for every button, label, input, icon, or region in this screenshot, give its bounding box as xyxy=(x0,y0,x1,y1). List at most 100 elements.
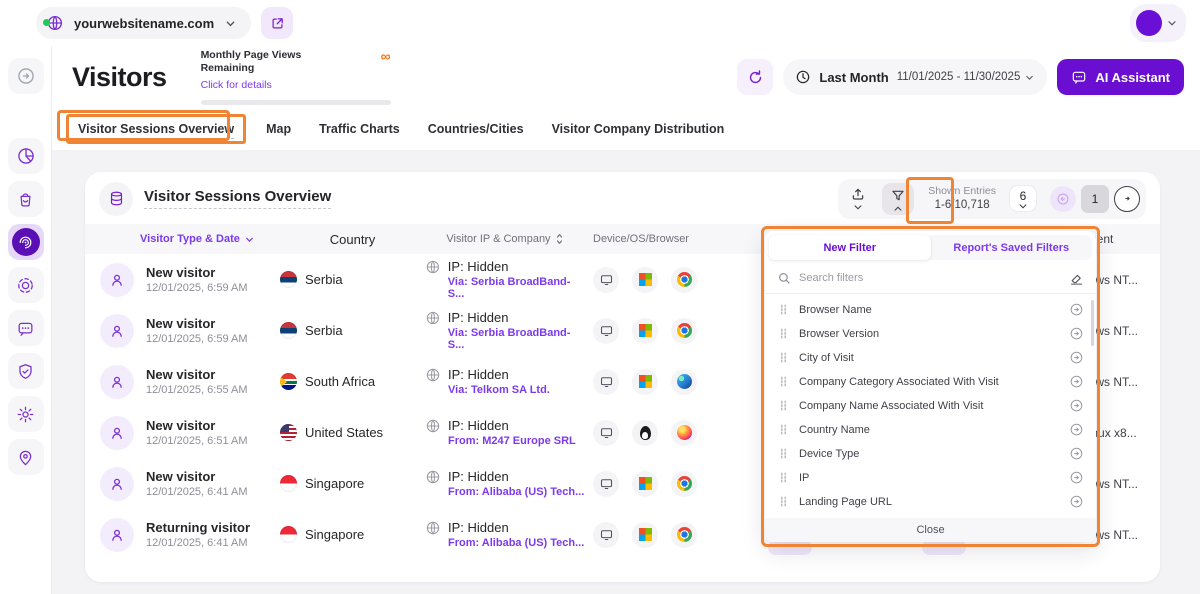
sort-icon xyxy=(555,233,564,245)
sidebar xyxy=(0,46,52,594)
arrow-right-circle-icon xyxy=(1069,374,1084,389)
hidden-row-badge xyxy=(922,540,966,555)
tab-visitor-company-distribution[interactable]: Visitor Company Distribution xyxy=(552,122,725,136)
tab-traffic-charts[interactable]: Traffic Charts xyxy=(319,122,400,136)
arrow-right-icon xyxy=(1121,192,1134,205)
sliders-icon xyxy=(777,375,790,388)
chrome-browser-icon xyxy=(671,522,697,548)
filter-button[interactable] xyxy=(882,183,914,215)
current-page[interactable]: 1 xyxy=(1081,185,1109,213)
visitor-avatar-icon xyxy=(100,416,134,450)
visitors-radar-icon xyxy=(12,228,40,256)
desktop-device-icon xyxy=(593,420,619,446)
filter-item-browser-version[interactable]: Browser Version xyxy=(765,322,1096,346)
filter-panel-tabs: New Filter Report's Saved Filters xyxy=(769,235,1092,260)
filter-item-company-category[interactable]: Company Category Associated With Visit xyxy=(765,370,1096,394)
visit-datetime: 12/01/2025, 6:41 AM xyxy=(146,537,250,549)
column-visitor-type-date[interactable]: Visitor Type & Date xyxy=(100,233,280,245)
previous-page-button[interactable] xyxy=(1050,186,1076,212)
analytics-pie-icon xyxy=(16,146,36,166)
visit-datetime: 12/01/2025, 6:51 AM xyxy=(146,435,248,447)
sidebar-item-recordings[interactable] xyxy=(8,267,44,303)
filter-item-company-name[interactable]: Company Name Associated With Visit xyxy=(765,394,1096,418)
visitor-ip: IP: Hidden xyxy=(448,418,576,435)
sidebar-item-visitors[interactable] xyxy=(8,224,44,260)
chevron-down-icon xyxy=(244,234,255,245)
visit-datetime: 12/01/2025, 6:41 AM xyxy=(146,486,248,498)
tab-visitor-sessions-overview[interactable]: Visitor Sessions Overview xyxy=(66,114,246,144)
avatar xyxy=(1136,10,1162,36)
firefox-browser-icon xyxy=(671,420,697,446)
funnel-filter-icon xyxy=(890,188,906,204)
serbia-flag-icon xyxy=(280,322,297,339)
sidebar-item-expand[interactable] xyxy=(8,58,44,94)
chrome-browser-icon xyxy=(671,318,697,344)
pagination: 1 xyxy=(1046,185,1140,213)
next-page-button[interactable] xyxy=(1114,186,1140,212)
visitor-company-link[interactable]: From: Alibaba (US) Tech... xyxy=(448,537,584,549)
ai-assistant-button[interactable]: AI Assistant xyxy=(1057,59,1184,95)
visitor-company-link[interactable]: Via: Serbia BroadBand-S... xyxy=(448,276,585,300)
tab-countries-cities[interactable]: Countries/Cities xyxy=(428,122,524,136)
filter-item-device-type[interactable]: Device Type xyxy=(765,442,1096,466)
open-website-button[interactable] xyxy=(261,7,293,39)
filter-item-ip[interactable]: IP xyxy=(765,466,1096,490)
visitor-ip: IP: Hidden xyxy=(448,310,585,327)
topbar: yourwebsitename.com xyxy=(0,0,1200,46)
table-title: Visitor Sessions Overview xyxy=(144,188,331,209)
sidebar-item-dashboard[interactable] xyxy=(8,138,44,174)
visitor-type: New visitor xyxy=(146,418,248,435)
sidebar-item-privacy[interactable] xyxy=(8,353,44,389)
sliders-icon xyxy=(777,447,790,460)
visit-datetime: 12/01/2025, 6:59 AM xyxy=(146,282,248,294)
filter-close-button[interactable]: Close xyxy=(765,518,1096,542)
date-range-picker[interactable]: Last Month 11/01/2025 - 11/30/2025 xyxy=(783,59,1047,95)
arrow-right-circle-icon xyxy=(1069,494,1084,509)
visitor-company-link[interactable]: Via: Telkom SA Ltd. xyxy=(448,384,550,396)
website-selector[interactable]: yourwebsitename.com xyxy=(36,7,251,39)
sidebar-item-settings[interactable] xyxy=(8,396,44,432)
visitor-avatar-icon xyxy=(100,467,134,501)
page-header: Visitors Monthly Page Views Remaining ∞ … xyxy=(52,46,1200,108)
sidebar-item-feedback[interactable] xyxy=(8,310,44,346)
column-visitor-ip-company[interactable]: Visitor IP & Company xyxy=(425,233,585,245)
country-name: South Africa xyxy=(305,374,375,389)
country-name: Singapore xyxy=(305,527,364,542)
filter-item-city-of-visit[interactable]: City of Visit xyxy=(765,346,1096,370)
quota-details-link[interactable]: Click for details xyxy=(201,79,272,91)
visitor-company-link[interactable]: From: M247 Europe SRL xyxy=(448,435,576,447)
filter-item-landing-page-url[interactable]: Landing Page URL xyxy=(765,490,1096,514)
page-size-select[interactable]: 6 xyxy=(1010,186,1036,211)
hidden-row-badge xyxy=(768,540,812,555)
tab-new-filter[interactable]: New Filter xyxy=(769,235,931,260)
visitor-company-link[interactable]: From: Alibaba (US) Tech... xyxy=(448,486,584,498)
export-button[interactable] xyxy=(844,185,872,213)
tab-reports-saved-filters[interactable]: Report's Saved Filters xyxy=(931,235,1093,260)
arrow-right-circle-icon xyxy=(1069,398,1084,413)
card-toolbar: Visitor Sessions Overview Shown Entries … xyxy=(85,172,1160,224)
tab-map[interactable]: Map xyxy=(266,122,291,136)
sliders-icon xyxy=(777,495,790,508)
report-tabs: Visitor Sessions Overview Map Traffic Ch… xyxy=(52,108,1200,150)
filter-search-input[interactable] xyxy=(799,272,1061,284)
user-menu[interactable] xyxy=(1130,4,1186,42)
feedback-chat-icon xyxy=(16,319,35,338)
visitor-location-icon xyxy=(16,448,35,467)
windows-os-icon xyxy=(632,471,658,497)
sidebar-item-location[interactable] xyxy=(8,439,44,475)
refresh-button[interactable] xyxy=(737,59,773,95)
shown-entries: Shown Entries 1-6/10,718 xyxy=(924,185,1000,213)
filter-item-country-name[interactable]: Country Name xyxy=(765,418,1096,442)
filter-item-browser-name[interactable]: Browser Name xyxy=(765,298,1096,322)
quota-progress-bar xyxy=(201,100,391,105)
refresh-icon xyxy=(747,69,764,86)
quota-label: Monthly Page Views Remaining xyxy=(201,49,351,74)
globe-icon xyxy=(425,310,441,326)
filter-list-scrollbar[interactable] xyxy=(1091,300,1094,346)
windows-os-icon xyxy=(632,369,658,395)
column-device-os-browser: Device/OS/Browser xyxy=(585,233,765,245)
eraser-icon[interactable] xyxy=(1069,271,1084,286)
sidebar-item-ecommerce[interactable] xyxy=(8,181,44,217)
visitor-company-link[interactable]: Via: Serbia BroadBand-S... xyxy=(448,327,585,351)
south-africa-flag-icon xyxy=(280,373,297,390)
